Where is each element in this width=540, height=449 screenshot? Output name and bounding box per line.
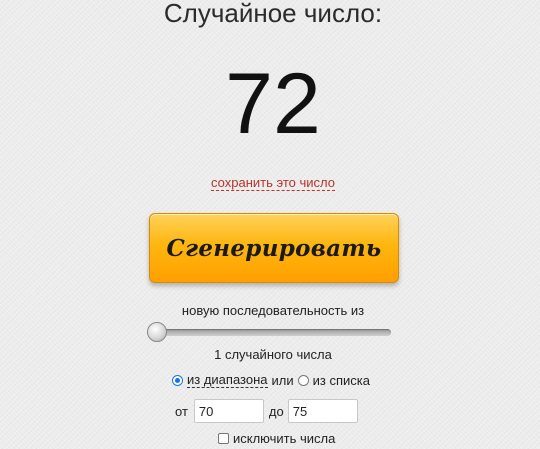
slider-handle[interactable]: [147, 322, 167, 342]
range-radio-label[interactable]: из диапазона: [187, 372, 268, 388]
source-selector: из диапазона или из списка: [172, 372, 370, 388]
to-input[interactable]: [287, 399, 358, 423]
from-input[interactable]: [193, 399, 264, 423]
slider-track[interactable]: [147, 329, 391, 336]
to-label: до: [268, 403, 284, 419]
exclude-checkbox[interactable]: [218, 433, 229, 444]
exclude-option: исключить числа: [218, 431, 335, 446]
count-slider[interactable]: [147, 322, 391, 344]
exclude-label[interactable]: исключить числа: [233, 431, 335, 446]
random-number-display: 72: [225, 56, 321, 152]
sequence-label: новую последовательность из: [181, 303, 365, 318]
from-label: от: [175, 403, 188, 419]
or-label: или: [271, 372, 294, 388]
generate-button-label: Сгенерировать: [166, 234, 382, 262]
count-label: 1 случайного числа: [214, 347, 332, 362]
range-inputs: от до: [175, 399, 358, 423]
range-radio[interactable]: [172, 374, 183, 386]
save-number-link[interactable]: сохранить это число: [211, 175, 335, 191]
generate-button[interactable]: Сгенерировать: [149, 213, 399, 283]
list-radio-label[interactable]: из списка: [313, 373, 370, 388]
save-link-container: сохранить это число: [0, 175, 540, 191]
page-title: Случайное число:: [163, 0, 383, 28]
list-radio[interactable]: [297, 374, 309, 386]
